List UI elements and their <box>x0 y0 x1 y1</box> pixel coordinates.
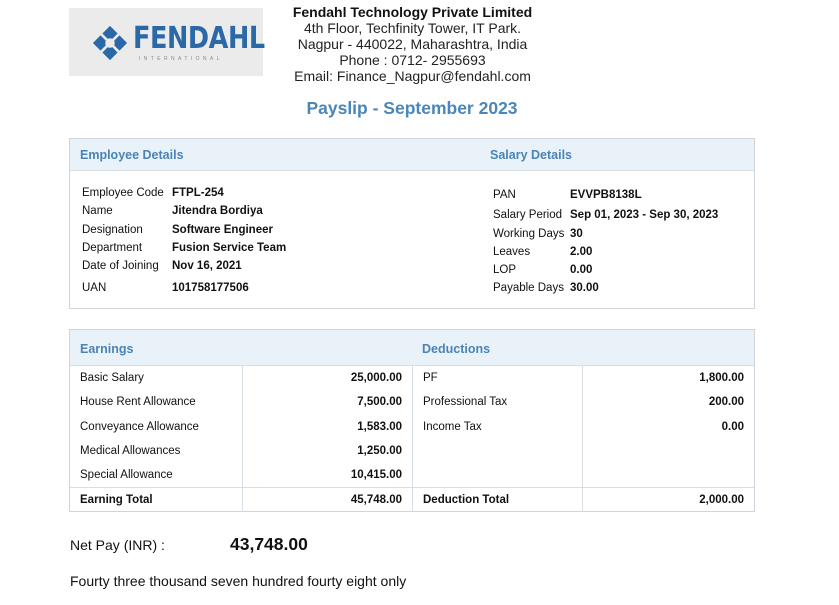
employee-name-value: Jitendra Bordiya <box>172 205 263 218</box>
employee-code-value: FTPL-254 <box>172 187 224 199</box>
doj-label: Date of Joining <box>82 260 159 273</box>
payable-days-value: 30.00 <box>570 282 599 295</box>
earnings-header: Earnings Deductions <box>70 330 754 366</box>
salary-details-list: PAN EVVPB8138L Salary Period Sep 01, 2023 … <box>493 186 718 298</box>
deduction-empty <box>583 463 754 487</box>
deduction-amount: 0.00 <box>721 420 744 433</box>
company-address-line2: Nagpur - 440022, Maharashtra, India <box>297 36 528 52</box>
net-pay-in-words: Fourty three thousand seven hundred four… <box>70 573 407 589</box>
leaves-value: 2.00 <box>570 245 593 258</box>
doj-value: Nov 16, 2021 <box>172 260 242 273</box>
uan-value: 101758177506 <box>172 282 249 295</box>
earnings-table: Basic Salary 25,000.00 PF 1,800.00 House… <box>70 366 754 512</box>
earning-amount: 7,500.00 <box>243 390 413 415</box>
pan-value: EVVPB8138L <box>570 189 642 201</box>
table-row: Medical Allowances 1,250.00 <box>70 438 754 464</box>
pan-label: PAN <box>493 189 516 201</box>
earning-amount: 10,415.00 <box>243 463 413 488</box>
working-days-value: 30 <box>570 227 583 240</box>
details-header: Employee Details Salary Details <box>70 139 754 171</box>
department-label: Department <box>82 241 143 254</box>
company-address-line1: 4th Floor, Techfinity Tower, IT Park. <box>303 20 522 36</box>
designation-value: Software Engineer <box>172 223 273 236</box>
earning-label: Conveyance Allowance <box>70 414 243 439</box>
employee-details-list: Employee Code FTPL-254 Name Jitendra Bordi… <box>82 184 286 298</box>
logo-subtitle: INTERNATIONAL <box>139 56 223 62</box>
earning-amount: 25,000.00 <box>243 366 413 391</box>
deduction-amount: 1,800.00 <box>699 372 744 384</box>
earning-total-value: 45,748.00 <box>243 488 413 512</box>
earnings-heading: Earnings <box>80 342 134 356</box>
deduction-label: PF <box>413 366 583 391</box>
deductions-heading: Deductions <box>422 342 491 356</box>
company-logo: FENDAHL INTERNATIONAL <box>69 8 265 76</box>
lop-label: LOP <box>493 264 517 277</box>
earning-amount: 1,583.00 <box>243 414 413 439</box>
earning-amount: 1,250.00 <box>243 438 413 464</box>
earning-label: House Rent Allowance <box>70 390 243 415</box>
totals-row: Earning Total 45,748.00 Deduction Total … <box>70 487 754 512</box>
salary-period-label: Salary Period <box>493 209 563 222</box>
deduction-empty <box>413 438 583 464</box>
earning-total-label: Earning Total <box>70 488 243 512</box>
deduction-total-value: 2,000.00 <box>699 494 744 507</box>
deduction-empty <box>583 439 754 463</box>
payable-days-label: Payable Days <box>493 282 564 295</box>
payslip-title: Payslip - September 2023 <box>306 98 518 118</box>
earning-label: Basic Salary <box>70 366 243 391</box>
net-pay-value: 43,748.00 <box>230 534 308 554</box>
working-days-label: Working Days <box>493 227 565 240</box>
deduction-label: Professional Tax <box>413 390 583 415</box>
company-email: Email: Finance_Nagpur@fendahl.com <box>294 68 531 84</box>
deduction-label: Income Tax <box>413 414 583 439</box>
earnings-deductions-panel: Earnings Deductions Basic Salary 25,000.… <box>69 329 755 512</box>
table-row: Special Allowance 10,415.00 <box>70 463 754 488</box>
deduction-amount: 200.00 <box>708 396 744 409</box>
deduction-total-label: Deduction Total <box>413 488 583 512</box>
table-row: Conveyance Allowance 1,583.00 Income Tax… <box>70 414 754 439</box>
company-phone: Phone : 0712- 2955693 <box>339 52 486 68</box>
employee-details-panel: Employee Details Salary Details Employee… <box>69 138 755 309</box>
employee-code-label: Employee Code <box>82 187 164 199</box>
employee-name-label: Name <box>82 205 113 218</box>
earning-label: Special Allowance <box>70 463 243 488</box>
table-row: House Rent Allowance 7,500.00 Profession… <box>70 390 754 415</box>
lop-value: 0.00 <box>570 264 593 277</box>
department-value: Fusion Service Team <box>172 241 287 254</box>
table-row: Basic Salary 25,000.00 PF 1,800.00 <box>70 366 754 391</box>
company-info: Fendahl Technology Private Limited 4th F… <box>270 4 555 84</box>
company-name: Fendahl Technology Private Limited <box>292 4 533 20</box>
earning-label: Medical Allowances <box>70 438 243 464</box>
leaves-label: Leaves <box>493 245 531 258</box>
logo-emblem-icon <box>92 25 128 61</box>
deduction-empty <box>413 463 583 488</box>
logo-wordmark: FENDAHL <box>133 21 265 56</box>
uan-label: UAN <box>82 282 107 295</box>
salary-period-value: Sep 01, 2023 - Sep 30, 2023 <box>570 209 719 222</box>
net-pay-label: Net Pay (INR) : <box>70 537 165 553</box>
employee-details-heading: Employee Details <box>80 148 184 162</box>
salary-details-heading: Salary Details <box>490 148 572 162</box>
designation-label: Designation <box>82 223 143 236</box>
